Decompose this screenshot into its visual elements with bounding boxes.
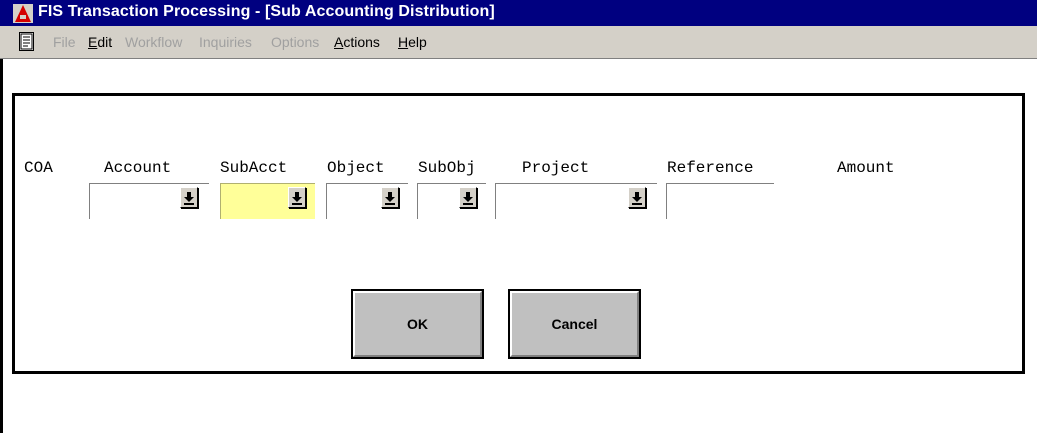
menu-inquiries[interactable]: Inquiries xyxy=(199,34,252,50)
label-project: Project xyxy=(522,159,590,177)
label-reference: Reference xyxy=(667,159,754,177)
subacct-combo[interactable] xyxy=(220,183,315,219)
reference-field[interactable] xyxy=(666,183,774,219)
account-combo[interactable] xyxy=(89,183,209,219)
fis-a-logo-icon[interactable] xyxy=(13,4,33,23)
menu-bar: File Edit Workflow Inquiries Options Act… xyxy=(0,26,1037,59)
menu-file[interactable]: File xyxy=(53,34,76,50)
dropdown-arrow-icon[interactable] xyxy=(381,187,399,208)
label-amount: Amount xyxy=(837,159,895,177)
dropdown-arrow-icon[interactable] xyxy=(628,187,646,208)
menu-help[interactable]: Help xyxy=(398,34,427,50)
menu-options[interactable]: Options xyxy=(271,34,319,50)
label-object: Object xyxy=(327,159,385,177)
menu-edit[interactable]: Edit xyxy=(88,34,112,50)
project-combo[interactable] xyxy=(495,183,657,219)
dropdown-arrow-icon[interactable] xyxy=(459,187,477,208)
subobj-combo[interactable] xyxy=(417,183,486,219)
label-subobj: SubObj xyxy=(418,159,476,177)
label-subacct: SubAcct xyxy=(220,159,288,177)
dropdown-arrow-icon[interactable] xyxy=(180,187,198,208)
object-combo[interactable] xyxy=(326,183,408,219)
label-coa: COA xyxy=(24,159,53,177)
label-account: Account xyxy=(104,159,172,177)
window-title: FIS Transaction Processing - [Sub Accoun… xyxy=(38,3,495,20)
document-icon[interactable] xyxy=(19,32,34,51)
window-border xyxy=(0,59,3,433)
ok-button[interactable]: OK xyxy=(351,289,484,359)
menu-workflow[interactable]: Workflow xyxy=(125,34,182,50)
dropdown-arrow-icon[interactable] xyxy=(288,187,306,208)
menu-actions[interactable]: Actions xyxy=(334,34,380,50)
title-bar[interactable]: FIS Transaction Processing - [Sub Accoun… xyxy=(0,0,1037,26)
cancel-button[interactable]: Cancel xyxy=(508,289,641,359)
